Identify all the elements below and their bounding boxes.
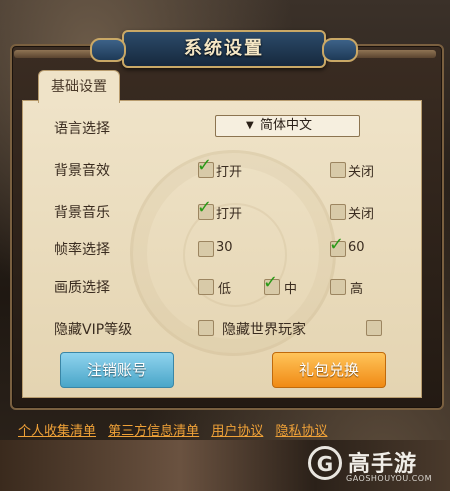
quality-label: 画质选择	[54, 280, 110, 296]
title-ornament-right	[322, 38, 358, 62]
quality-low-checkbox[interactable]	[198, 279, 214, 295]
quality-mid-checkbox[interactable]: ✓	[263, 274, 280, 295]
framerate-label: 帧率选择	[54, 242, 110, 258]
hide-players-label: 隐藏世界玩家	[222, 322, 306, 338]
language-label: 语言选择	[54, 121, 110, 137]
gift-redeem-button[interactable]: 礼包兑换	[272, 352, 386, 388]
music-off-label: 关闭	[348, 207, 375, 222]
quality-mid-label: 中	[284, 282, 298, 297]
tab-basic-settings[interactable]: 基础设置	[38, 70, 120, 103]
title-plate: 系统设置	[90, 30, 358, 68]
privacy-policy-link[interactable]: 隐私协议	[275, 424, 327, 439]
dialog-title: 系统设置	[184, 38, 264, 59]
check-icon: ✓	[197, 197, 213, 218]
music-on-label: 打开	[216, 207, 243, 222]
hide-vip-checkbox[interactable]	[198, 320, 214, 336]
brand-url: GAOSHOUYOU.COM	[346, 474, 433, 483]
third-party-info-list-link[interactable]: 第三方信息清单	[108, 424, 199, 439]
sound-effects-on-checkbox[interactable]: ✓	[197, 157, 214, 178]
quality-low-label: 低	[218, 282, 232, 297]
music-label: 背景音乐	[54, 205, 110, 221]
title-ornament-left	[90, 38, 126, 62]
dropdown-arrow-icon: ▼	[246, 120, 254, 131]
quality-high-checkbox[interactable]	[330, 279, 346, 295]
site-watermark: G 高手游 GAOSHOUYOU.COM	[308, 446, 446, 488]
framerate-60-label: 60	[348, 240, 365, 255]
sound-effects-off-label: 关闭	[348, 165, 375, 180]
music-on-checkbox[interactable]: ✓	[197, 199, 214, 220]
brand-logo-icon: G	[308, 446, 342, 480]
check-icon: ✓	[197, 155, 213, 176]
user-agreement-link[interactable]: 用户协议	[211, 424, 263, 439]
check-icon: ✓	[263, 272, 279, 293]
policy-links: 个人收集清单 第三方信息清单 用户协议 隐私协议	[18, 420, 335, 439]
sound-effects-off-checkbox[interactable]	[330, 162, 346, 178]
framerate-60-checkbox[interactable]: ✓	[329, 236, 346, 257]
personal-info-list-link[interactable]: 个人收集清单	[18, 424, 96, 439]
logout-button[interactable]: 注销账号	[60, 352, 174, 388]
music-off-checkbox[interactable]	[330, 204, 346, 220]
sound-effects-on-label: 打开	[216, 165, 243, 180]
quality-high-label: 高	[350, 282, 364, 297]
framerate-30-checkbox[interactable]	[198, 241, 214, 257]
sound-effects-label: 背景音效	[54, 163, 110, 179]
language-select[interactable]: ▼ 简体中文	[215, 115, 360, 137]
language-selected: 简体中文	[260, 118, 313, 133]
framerate-30-label: 30	[216, 240, 233, 255]
hide-vip-label: 隐藏VIP等级	[54, 322, 133, 338]
check-icon: ✓	[329, 234, 345, 255]
hide-players-checkbox[interactable]	[366, 320, 382, 336]
